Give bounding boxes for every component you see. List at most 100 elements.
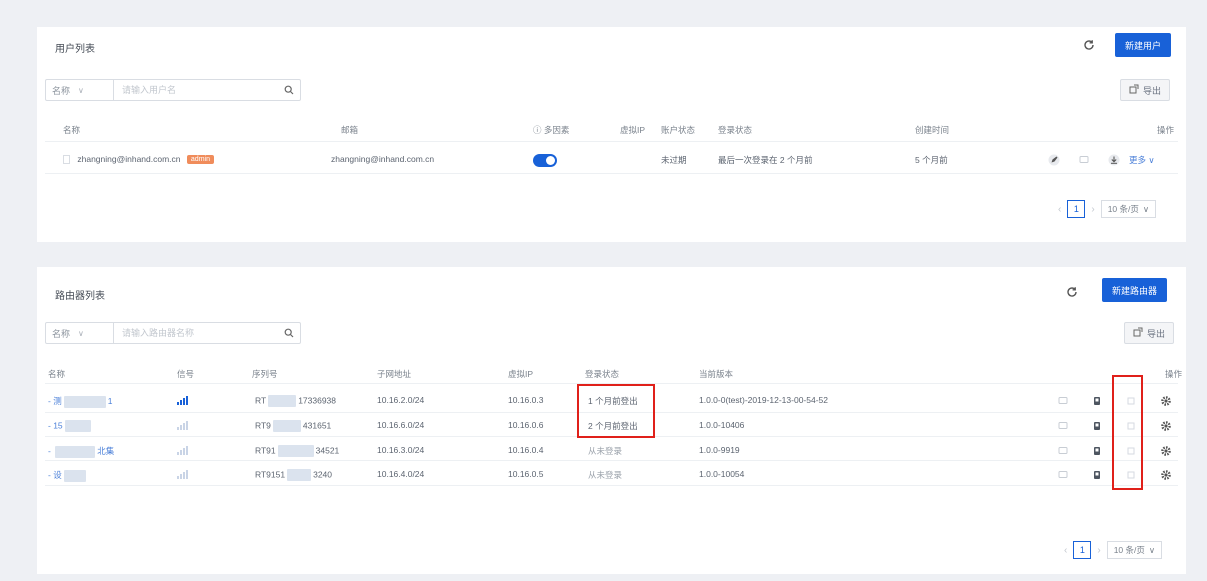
user-email: zhangning@inhand.com.cn xyxy=(331,154,435,164)
col-virtual-ip: 虚拟IP xyxy=(620,125,646,135)
user-search-input[interactable] xyxy=(114,80,278,100)
virtual-ip: 10.16.0.6 xyxy=(508,420,544,430)
router-export-button[interactable]: 导出 xyxy=(1124,322,1175,344)
router-name[interactable]: - 北集 xyxy=(48,445,114,458)
mfa-toggle[interactable] xyxy=(533,154,557,167)
login-status: 1 个月前登出 xyxy=(588,396,638,406)
router-search-input[interactable] xyxy=(114,323,278,343)
message-icon[interactable] xyxy=(1056,394,1070,408)
message-icon[interactable] xyxy=(1056,468,1070,482)
col-mfa: ⓘ 多因素 xyxy=(533,125,570,135)
refresh-icon[interactable] xyxy=(1065,285,1079,299)
version: 1.0.0-10406 xyxy=(699,420,745,430)
col-subnet: 子网地址 xyxy=(377,369,412,379)
checkbox[interactable] xyxy=(63,155,70,165)
user-export-button[interactable]: 导出 xyxy=(1120,79,1171,101)
next-page-icon[interactable]: › xyxy=(1091,204,1094,215)
page-size-select[interactable]: 10 条/页 ∨ xyxy=(1106,541,1163,559)
gear-icon[interactable] xyxy=(1159,468,1173,482)
message-icon[interactable] xyxy=(1056,419,1070,433)
export-icon xyxy=(1133,327,1143,339)
col-virtual-ip: 虚拟IP xyxy=(508,369,534,379)
users-panel-title: 用户列表 xyxy=(55,44,95,55)
virtual-ip: 10.16.0.5 xyxy=(508,469,544,479)
refresh-icon[interactable] xyxy=(1082,38,1096,52)
login-status: 从未登录 xyxy=(588,446,623,456)
prev-page-icon[interactable]: ‹ xyxy=(1064,545,1067,556)
subnet: 10.16.4.0/24 xyxy=(377,469,425,479)
router-search-type-label: 名称 xyxy=(52,328,71,339)
user-name: zhangning@inhand.com.cn xyxy=(77,154,181,164)
info-icon: ⓘ xyxy=(533,125,544,135)
login-status: 最后一次登录在 2 个月前 xyxy=(718,155,813,165)
subnet: 10.16.3.0/24 xyxy=(377,445,425,455)
prev-page-icon[interactable]: ‹ xyxy=(1058,204,1061,215)
col-name: 名称 xyxy=(63,125,81,135)
router-name[interactable]: - 15 xyxy=(48,420,93,432)
edit-icon[interactable] xyxy=(1047,153,1061,167)
serial-number: RT9151 3240 xyxy=(255,469,333,481)
export-label: 导出 xyxy=(1143,85,1162,96)
page-size-select[interactable]: 10 条/页 ∨ xyxy=(1100,200,1157,218)
routers-panel-title: 路由器列表 xyxy=(55,291,105,302)
user-name-cell: zhangning@inhand.com.cn admin xyxy=(63,154,214,165)
clipboard-icon[interactable] xyxy=(1090,444,1104,458)
col-login-status: 登录状态 xyxy=(585,369,620,379)
col-created: 创建时间 xyxy=(915,125,950,135)
serial-number: RT91 34521 xyxy=(255,445,340,457)
chevron-down-icon: ∨ xyxy=(1146,155,1155,165)
download-icon[interactable] xyxy=(1107,153,1121,167)
next-page-icon[interactable]: › xyxy=(1097,545,1100,556)
gear-icon[interactable] xyxy=(1159,394,1173,408)
virtual-ip: 10.16.0.3 xyxy=(508,395,544,405)
col-signal: 信号 xyxy=(177,369,195,379)
users-panel: 用户列表 新建用户 名称 ∨ 导出 名称 邮箱 ⓘ 多因素 虚拟IP 账户状态 … xyxy=(37,27,1186,242)
serial-number: RT9 431651 xyxy=(255,420,332,432)
export-label: 导出 xyxy=(1147,328,1166,339)
user-search-type-label: 名称 xyxy=(52,85,71,96)
users-pagination: ‹ 1 › 10 条/页 ∨ xyxy=(1058,200,1157,218)
create-user-button[interactable]: 新建用户 xyxy=(1115,33,1172,57)
admin-badge: admin xyxy=(186,155,214,165)
col-version: 当前版本 xyxy=(699,369,734,379)
clipboard-icon[interactable] xyxy=(1090,419,1104,433)
user-search-type-select[interactable]: 名称 ∨ xyxy=(46,80,114,100)
router-name[interactable]: - 设 xyxy=(48,469,88,482)
page-button[interactable]: 1 xyxy=(1073,541,1092,559)
gear-icon[interactable] xyxy=(1159,419,1173,433)
login-status: 2 个月前登出 xyxy=(588,421,638,431)
clipboard-icon[interactable] xyxy=(1090,394,1104,408)
clipboard-icon[interactable] xyxy=(1090,468,1104,482)
col-name: 名称 xyxy=(48,369,66,379)
serial-number: RT 17336938 xyxy=(255,395,337,407)
remote-icon[interactable] xyxy=(1124,419,1138,433)
remote-icon[interactable] xyxy=(1124,444,1138,458)
router-name[interactable]: - 测1 xyxy=(48,395,112,408)
chevron-down-icon: ∨ xyxy=(78,85,84,95)
message-icon[interactable] xyxy=(1056,444,1070,458)
remote-icon[interactable] xyxy=(1124,394,1138,408)
message-icon[interactable] xyxy=(1077,153,1091,167)
search-icon[interactable] xyxy=(278,85,300,95)
version: 1.0.0-10054 xyxy=(699,469,745,479)
signal-icon xyxy=(177,469,188,480)
subnet: 10.16.2.0/24 xyxy=(377,395,425,405)
router-search-type-select[interactable]: 名称 ∨ xyxy=(46,323,114,343)
col-login-status: 登录状态 xyxy=(718,125,753,135)
export-icon xyxy=(1129,84,1139,96)
chevron-down-icon: ∨ xyxy=(1148,544,1156,555)
chevron-down-icon: ∨ xyxy=(1142,203,1150,214)
create-router-button[interactable]: 新建路由器 xyxy=(1102,278,1168,302)
login-status: 从未登录 xyxy=(588,470,623,480)
more-dropdown[interactable]: 更多 ∨ xyxy=(1129,154,1155,166)
created-time: 5 个月前 xyxy=(915,155,948,165)
page-button[interactable]: 1 xyxy=(1067,200,1086,218)
col-serial: 序列号 xyxy=(252,369,278,379)
user-search-group: 名称 ∨ xyxy=(45,79,301,101)
account-status: 未过期 xyxy=(661,155,687,165)
signal-icon xyxy=(177,420,188,431)
remote-icon[interactable] xyxy=(1124,468,1138,482)
gear-icon[interactable] xyxy=(1159,444,1173,458)
col-email: 邮箱 xyxy=(341,125,359,135)
search-icon[interactable] xyxy=(278,328,300,338)
